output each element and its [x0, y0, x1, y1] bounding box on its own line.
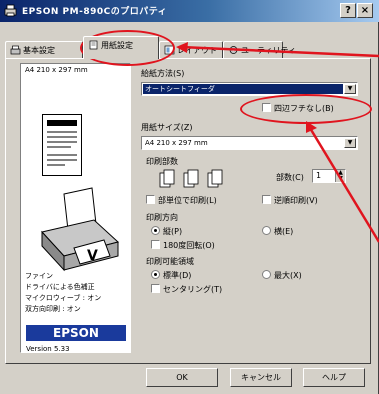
chevron-down-icon[interactable]: ▼ — [344, 138, 356, 148]
max-label: 最大(X) — [274, 271, 302, 280]
collate-checkbox[interactable]: 部単位で印刷(L) — [146, 195, 217, 206]
document-lines-icon — [47, 120, 77, 166]
paper-size-select[interactable]: A4 210 x 297 mm ▼ — [141, 136, 358, 150]
paper-size-label: 用紙サイズ(Z) — [141, 123, 193, 132]
paper-size-value: A4 210 x 297 mm — [145, 139, 208, 147]
status-bidirectional: 双方向印刷 : オン — [25, 305, 81, 313]
orientation-label: 印刷方向 — [146, 213, 178, 222]
radio-dot[interactable] — [262, 270, 271, 279]
spin-arrows-icon[interactable]: ▲ ▼ — [335, 170, 345, 182]
printer-small-icon — [10, 45, 21, 55]
tab-label: 基本設定 — [23, 46, 55, 55]
checkbox-box[interactable] — [151, 240, 160, 249]
help-button[interactable]: ヘルプ — [303, 368, 365, 387]
reverse-order-checkbox[interactable]: 逆順印刷(V) — [262, 195, 318, 206]
checkbox-box[interactable] — [146, 195, 155, 204]
printer-properties-window: EPSON PM-890Cのプロパティ ? × 基本設定 レイアウト ユーティリ… — [0, 0, 379, 394]
landscape-radio[interactable]: 横(E) — [262, 226, 293, 237]
driver-version: Version 5.33 — [26, 345, 70, 353]
tab-label: レイアウト — [177, 46, 217, 55]
portrait-label: 縦(P) — [163, 227, 183, 236]
preview-pane: A4 210 x 297 mm V ファイン ドライバによる色補正 マイクロウィ… — [20, 63, 131, 353]
feed-value: オートシートフィーダ — [143, 84, 343, 94]
window-title: EPSON PM-890Cのプロパティ — [22, 7, 168, 17]
tab-basic-settings[interactable]: 基本設定 — [5, 41, 83, 59]
radio-dot[interactable] — [151, 270, 160, 279]
checkbox-box[interactable] — [151, 284, 160, 293]
rotate-label: 180度回転(O) — [163, 241, 215, 250]
tab-label: 用紙設定 — [101, 41, 133, 50]
ok-button[interactable]: OK — [146, 368, 218, 387]
copies-value: 1 — [316, 171, 322, 180]
paper-preview — [42, 114, 82, 176]
feed-label: 給紙方法(S) — [141, 69, 185, 78]
radio-dot[interactable] — [262, 226, 271, 235]
annotation-circle-borderless — [240, 94, 372, 124]
centering-label: センタリング(T) — [163, 285, 223, 294]
rotate-180-checkbox[interactable]: 180度回転(O) — [151, 240, 215, 251]
svg-text:V: V — [87, 248, 98, 264]
paper-small-icon — [89, 40, 98, 50]
status-color: ドライバによる色補正 — [25, 283, 95, 291]
count-label: 部数(C) — [276, 173, 304, 182]
landscape-label: 横(E) — [274, 227, 294, 236]
collate-label: 部単位で印刷(L) — [158, 196, 217, 205]
standard-label: 標準(D) — [163, 271, 192, 280]
reverse-label: 逆順印刷(V) — [274, 196, 318, 205]
print-area-label: 印刷可能領域 — [146, 257, 194, 266]
cancel-button[interactable]: キャンセル — [230, 368, 292, 387]
printer-illustration-icon: V — [41, 187, 120, 272]
printer-icon — [4, 4, 17, 17]
preview-paper-size: A4 210 x 297 mm — [25, 66, 88, 74]
standard-area-radio[interactable]: 標準(D) — [151, 270, 191, 281]
tab-label: ユーティリティ — [241, 46, 297, 55]
title-bar[interactable]: EPSON PM-890Cのプロパティ ? × — [0, 0, 379, 22]
status-microweave: マイクロウィーブ : オン — [25, 294, 102, 302]
tab-utility[interactable]: ユーティリティ — [223, 41, 296, 59]
copies-label: 印刷部数 — [146, 157, 178, 166]
utility-small-icon — [229, 46, 238, 54]
epson-logo: EPSON — [26, 325, 126, 341]
centering-checkbox[interactable]: センタリング(T) — [151, 284, 222, 295]
tab-paper-settings[interactable]: 用紙設定 — [83, 36, 159, 59]
radio-dot[interactable] — [151, 226, 160, 235]
status-quality: ファイン — [25, 272, 53, 280]
checkbox-box[interactable] — [262, 195, 271, 204]
close-button[interactable]: × — [357, 3, 373, 18]
chevron-down-icon[interactable]: ▼ — [344, 84, 356, 94]
copies-stepper[interactable]: 1 ▲ ▼ — [312, 169, 346, 183]
title-help-button[interactable]: ? — [340, 3, 356, 18]
max-area-radio[interactable]: 最大(X) — [262, 270, 302, 281]
portrait-radio[interactable]: 縦(P) — [151, 226, 182, 237]
collate-pages-icon — [159, 169, 223, 188]
